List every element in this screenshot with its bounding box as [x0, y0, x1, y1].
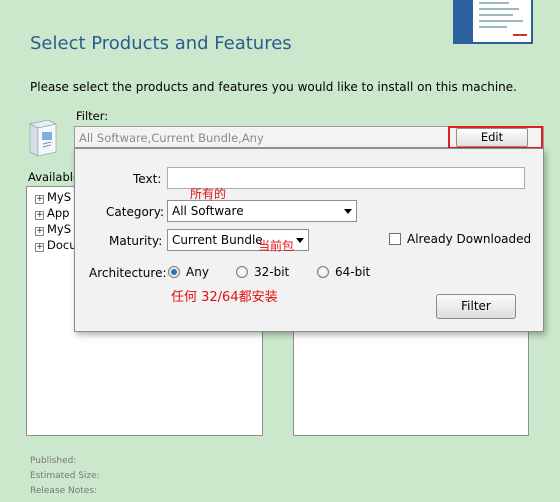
- already-downloaded-checkbox[interactable]: [389, 233, 401, 245]
- architecture-any-radio[interactable]: [168, 266, 180, 278]
- maturity-label: Maturity:: [109, 234, 163, 248]
- already-downloaded-label: Already Downloaded: [407, 232, 532, 246]
- category-label: Category:: [106, 205, 164, 219]
- filter-label: Filter:: [76, 109, 109, 123]
- estimated-size-label: Estimated Size:: [30, 471, 100, 481]
- product-metadata: Published: Estimated Size: Release Notes…: [30, 454, 100, 499]
- architecture-64bit-label: 64-bit: [335, 265, 371, 279]
- tree-item[interactable]: + Docu: [35, 238, 77, 252]
- release-notes-label: Release Notes:: [30, 486, 98, 496]
- instruction-text: Please select the products and features …: [30, 80, 517, 94]
- expand-icon[interactable]: +: [35, 227, 44, 236]
- category-value: All Software: [172, 204, 244, 218]
- page-title: Select Products and Features: [30, 33, 292, 54]
- maturity-value: Current Bundle: [172, 233, 263, 247]
- filter-summary: All Software,Current Bundle,Any: [79, 131, 264, 145]
- category-select[interactable]: All Software: [167, 200, 357, 222]
- published-label: Published:: [30, 456, 77, 466]
- architecture-annotation: 任何 32/64都安装: [171, 290, 278, 305]
- tree-item[interactable]: + MyS: [35, 222, 71, 236]
- architecture-32bit-radio[interactable]: [236, 266, 248, 278]
- edit-filter-button[interactable]: Edit: [456, 128, 528, 147]
- tree-item[interactable]: + App: [35, 206, 69, 220]
- maturity-annotation: 当前包: [258, 239, 295, 253]
- expand-icon[interactable]: +: [35, 195, 44, 204]
- available-label: Available: [28, 170, 81, 184]
- architecture-64bit-radio[interactable]: [317, 266, 329, 278]
- preview-thumbnail: [453, 0, 533, 44]
- expand-icon[interactable]: +: [35, 243, 44, 252]
- chevron-down-icon: [296, 238, 304, 243]
- product-box-icon: [26, 116, 60, 158]
- text-label: Text:: [133, 172, 162, 186]
- chevron-down-icon: [344, 209, 352, 214]
- architecture-32bit-label: 32-bit: [254, 265, 290, 279]
- filter-button[interactable]: Filter: [436, 294, 516, 319]
- architecture-label: Architecture:: [89, 266, 167, 280]
- filter-popup: Text: 所有的 Category: All Software Maturit…: [74, 148, 544, 332]
- architecture-any-label: Any: [186, 265, 209, 279]
- tree-item[interactable]: + MyS: [35, 190, 71, 204]
- expand-icon[interactable]: +: [35, 211, 44, 220]
